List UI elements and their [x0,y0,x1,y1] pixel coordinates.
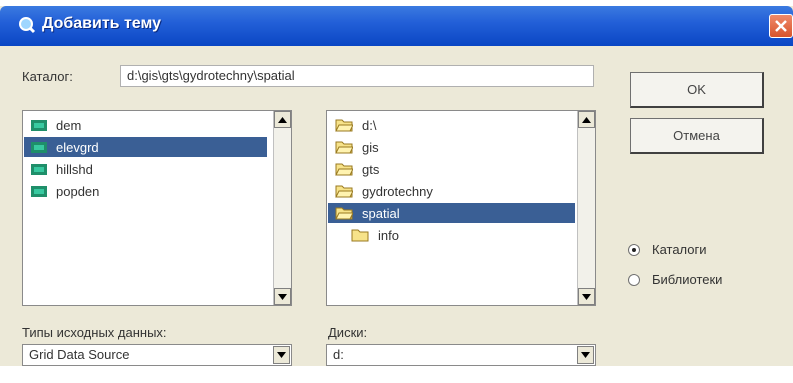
radio-button[interactable] [628,243,640,256]
folder-label: gis [362,139,379,155]
catalog-label: Каталог: [22,69,73,84]
list-item[interactable]: hillshd [31,159,93,179]
close-button[interactable] [769,14,793,38]
open-folder-icon [335,119,353,132]
ok-button[interactable]: OK [630,72,764,108]
open-folder-icon [335,141,353,154]
grid-theme-icon [31,185,47,197]
cancel-button[interactable]: Отмена [630,118,764,154]
list-item[interactable]: dem [31,115,81,135]
list-item[interactable]: d:\ [335,115,376,135]
themes-scrollbar[interactable] [273,111,291,305]
add-theme-dialog: Добавить тему Каталог: d:\gis\gts\gydrot… [0,6,793,366]
scroll-down-button[interactable] [578,288,595,305]
title-bar[interactable]: Добавить тему [0,6,793,46]
source-types-select[interactable]: Grid Data Source [22,344,292,366]
list-item[interactable]: elevgrd [24,137,267,157]
grid-theme-icon [31,163,47,175]
folder-label: gts [362,161,380,177]
grid-theme-icon [31,141,47,153]
arrow-down-icon [278,293,287,300]
folder-label: spatial [362,205,400,221]
radio-label: Каталоги [652,242,707,257]
list-item[interactable]: gydrotechny [335,181,433,201]
arrow-up-icon [278,116,287,123]
folders-scrollbar[interactable] [577,111,595,305]
scroll-up-button[interactable] [578,111,595,128]
dialog-title: Добавить тему [42,15,161,32]
radio-button[interactable] [628,273,640,286]
arrow-up-icon [582,116,591,123]
theme-label: elevgrd [56,139,99,155]
list-item[interactable]: gts [335,159,379,179]
folder-icon [351,229,369,242]
drives-value: d: [333,347,344,362]
close-icon [775,20,787,32]
theme-label: popden [56,183,100,199]
search-icon [19,17,36,34]
radio-catalogs[interactable]: Каталоги [628,242,707,257]
folders-listbox[interactable]: d:\ gis gts gydrotechny spatial info [326,110,596,306]
theme-label: hillshd [56,161,93,177]
chevron-down-icon [581,352,590,358]
open-folder-icon [335,163,353,176]
drives-select[interactable]: d: [326,344,596,366]
dropdown-button[interactable] [273,346,290,364]
list-item[interactable]: spatial [328,203,575,223]
theme-label: dem [56,117,82,133]
arrow-down-icon [582,293,591,300]
list-item[interactable]: gis [335,137,379,157]
open-folder-icon [335,207,353,220]
grid-theme-icon [31,119,47,131]
source-types-value: Grid Data Source [29,347,130,362]
scroll-up-button[interactable] [274,111,291,128]
folder-label: d:\ [362,117,377,133]
list-item[interactable]: info [351,225,399,245]
catalog-path-field[interactable]: d:\gis\gts\gydrotechny\spatial [120,65,594,87]
source-types-label: Типы исходных данных: [22,325,167,340]
chevron-down-icon [277,352,286,358]
themes-listbox[interactable]: dem elevgrd hillshd popden [22,110,292,306]
list-item[interactable]: popden [31,181,99,201]
drives-label: Диски: [328,325,368,340]
scroll-down-button[interactable] [274,288,291,305]
radio-label: Библиотеки [652,272,723,287]
radio-libraries[interactable]: Библиотеки [628,272,722,287]
dropdown-button[interactable] [577,346,594,364]
open-folder-icon [335,185,353,198]
folder-label: info [378,227,399,243]
folder-label: gydrotechny [362,183,433,199]
